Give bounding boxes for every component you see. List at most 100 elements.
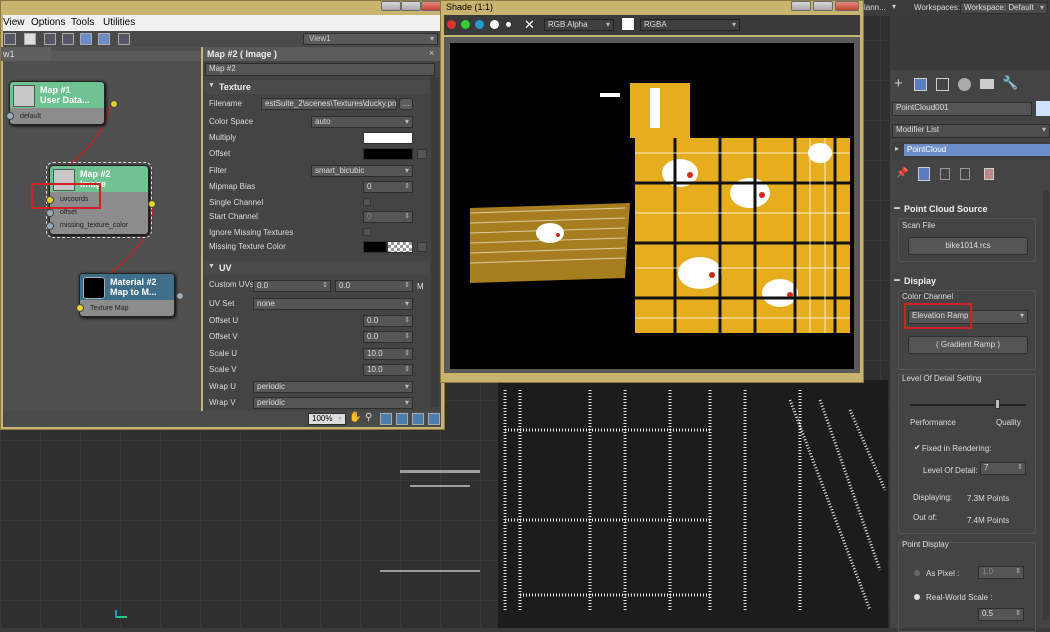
motion-tab-icon[interactable] [958,78,971,91]
node-material2[interactable]: Material #2 Map to M... Texture Map [76,273,184,317]
display-collapse-icon[interactable]: ▬ [894,277,900,283]
menu-tools[interactable]: Tools [71,15,94,31]
blue-channel-icon[interactable] [475,20,484,29]
real-world-radio[interactable] [914,594,920,600]
red-channel-icon[interactable] [447,20,456,29]
maximize-button[interactable] [401,1,421,11]
socket-offset-in[interactable] [46,209,54,217]
shade-close-button[interactable] [835,1,859,11]
offset-map-button[interactable] [417,149,427,159]
clear-icon[interactable]: ✕ [524,17,535,33]
workspace-dropdown[interactable]: Workspace: Default [960,2,1048,14]
socket-map1-in[interactable] [6,112,14,120]
socket-texture-map-in[interactable] [76,304,84,312]
select-by-material-icon[interactable] [118,33,130,45]
command-scrollbar[interactable] [1043,190,1049,620]
lod-slider-track[interactable] [910,404,1026,406]
param-close-icon[interactable]: × [429,48,434,58]
custom-v-spinner[interactable]: 0.0 [335,280,413,292]
node-map1[interactable]: Map #1 User Data... default [6,81,118,125]
move-children-icon[interactable] [44,33,56,45]
user-name[interactable]: lann... [864,3,886,12]
as-pixel-radio[interactable] [914,570,920,576]
missing-color-checker[interactable] [387,241,413,253]
layout-icon[interactable] [4,33,16,45]
shade-minimize-button[interactable] [791,1,811,11]
shade-maximize-button[interactable] [813,1,833,11]
create-tab-icon[interactable]: + [894,75,903,92]
scale-u-spinner[interactable]: 10.0 [363,348,413,360]
missing-color-map-button[interactable] [417,242,427,252]
custom-uv-map-button[interactable]: M [417,282,424,291]
hide-icon[interactable] [62,33,74,45]
menu-options[interactable]: Options [31,15,65,31]
scan-file-button[interactable]: bike1014.rcs [908,237,1028,255]
colorspace-dropdown[interactable]: auto [311,116,413,128]
user-dropdown-icon[interactable]: ▾ [892,2,896,11]
fixed-rendering-checkbox[interactable]: ✔ [914,444,922,452]
minimize-button[interactable] [381,1,401,11]
node-canvas[interactable]: w1 Map #1 User Data... default Map #2 Imag… [1,47,201,411]
socket-map2-out[interactable] [148,200,156,208]
zoom-selected-icon[interactable] [412,413,424,425]
filter-dropdown[interactable]: smart_bicubic [311,165,413,177]
pan-icon[interactable]: ✋ [349,412,361,423]
uvset-dropdown[interactable]: none [253,298,413,310]
bg-color-swatch[interactable] [622,18,634,30]
stack-expand-icon[interactable]: ▸ [895,144,899,153]
socket-missing-in[interactable] [46,222,54,230]
layout-children-icon[interactable] [98,33,110,45]
scale-v-spinner[interactable]: 10.0 [363,364,413,376]
wrap-v-dropdown[interactable]: periodic [253,397,413,409]
zoom-all-icon[interactable] [428,413,440,425]
channel-dropdown[interactable]: RGB Alpha [544,19,614,31]
lod-slider-handle[interactable] [995,399,1000,409]
real-world-spinner[interactable]: 0.5 [978,608,1024,621]
map-name-field[interactable]: Map #2 [205,63,435,76]
render-canvas[interactable] [444,37,860,373]
source-rollout-header[interactable]: Point Cloud Source [894,202,1040,216]
mono-channel-icon[interactable] [506,22,511,27]
layout-all-icon[interactable] [80,33,92,45]
offset-swatch[interactable] [363,148,413,160]
stack-item-pointcloud[interactable]: PointCloud [904,144,1050,156]
offset-u-spinner[interactable]: 0.0 [363,315,413,327]
object-name-field[interactable]: PointCloud001 [892,102,1032,116]
mode-dropdown[interactable]: RGBA [640,19,740,31]
hierarchy-tab-icon[interactable] [936,78,949,91]
pin-stack-icon[interactable]: 📌 [896,168,908,179]
display-rollout-header[interactable]: Display [894,274,1040,288]
wrap-u-dropdown[interactable]: periodic [253,381,413,393]
zoom-extents-icon[interactable] [396,413,408,425]
menu-utilities[interactable]: Utilities [103,15,135,31]
ignore-missing-checkbox[interactable] [363,228,371,236]
zoom-region-icon[interactable] [380,413,392,425]
source-collapse-icon[interactable]: ▬ [894,205,900,211]
offset-v-spinner[interactable]: 0.0 [363,331,413,343]
as-pixel-spinner[interactable]: 1.0 [978,566,1024,579]
alpha-channel-icon[interactable] [490,20,499,29]
zoom-dropdown[interactable]: 100% [308,413,346,425]
param-scrollbar[interactable] [431,77,439,407]
uv-section-header[interactable]: UV [205,261,429,275]
multiply-swatch[interactable] [363,132,413,144]
green-channel-icon[interactable] [461,20,470,29]
render-icon[interactable] [24,33,36,45]
utilities-tab-icon[interactable]: 🔧 [1002,75,1018,91]
remove-modifier-icon[interactable] [960,168,970,180]
menu-view[interactable]: View [3,15,25,31]
missing-color-swatch[interactable] [363,241,387,253]
browse-button[interactable]: ... [399,98,413,110]
configure-modifiers-icon[interactable] [984,168,994,180]
show-end-result-icon[interactable] [918,167,930,181]
texture-section-header[interactable]: Texture [205,80,429,94]
uv-collapse-icon[interactable]: ▼ [208,263,215,270]
make-unique-icon[interactable] [940,168,950,180]
object-color-swatch[interactable] [1036,101,1050,116]
gradient-ramp-button[interactable]: ( Gradient Ramp ) [908,336,1028,354]
texture-collapse-icon[interactable]: ▼ [208,82,215,89]
socket-map1-out[interactable] [110,100,118,108]
start-channel-spinner[interactable]: 0 [363,211,413,223]
single-channel-checkbox[interactable] [363,198,371,206]
display-tab-icon[interactable] [980,79,994,89]
